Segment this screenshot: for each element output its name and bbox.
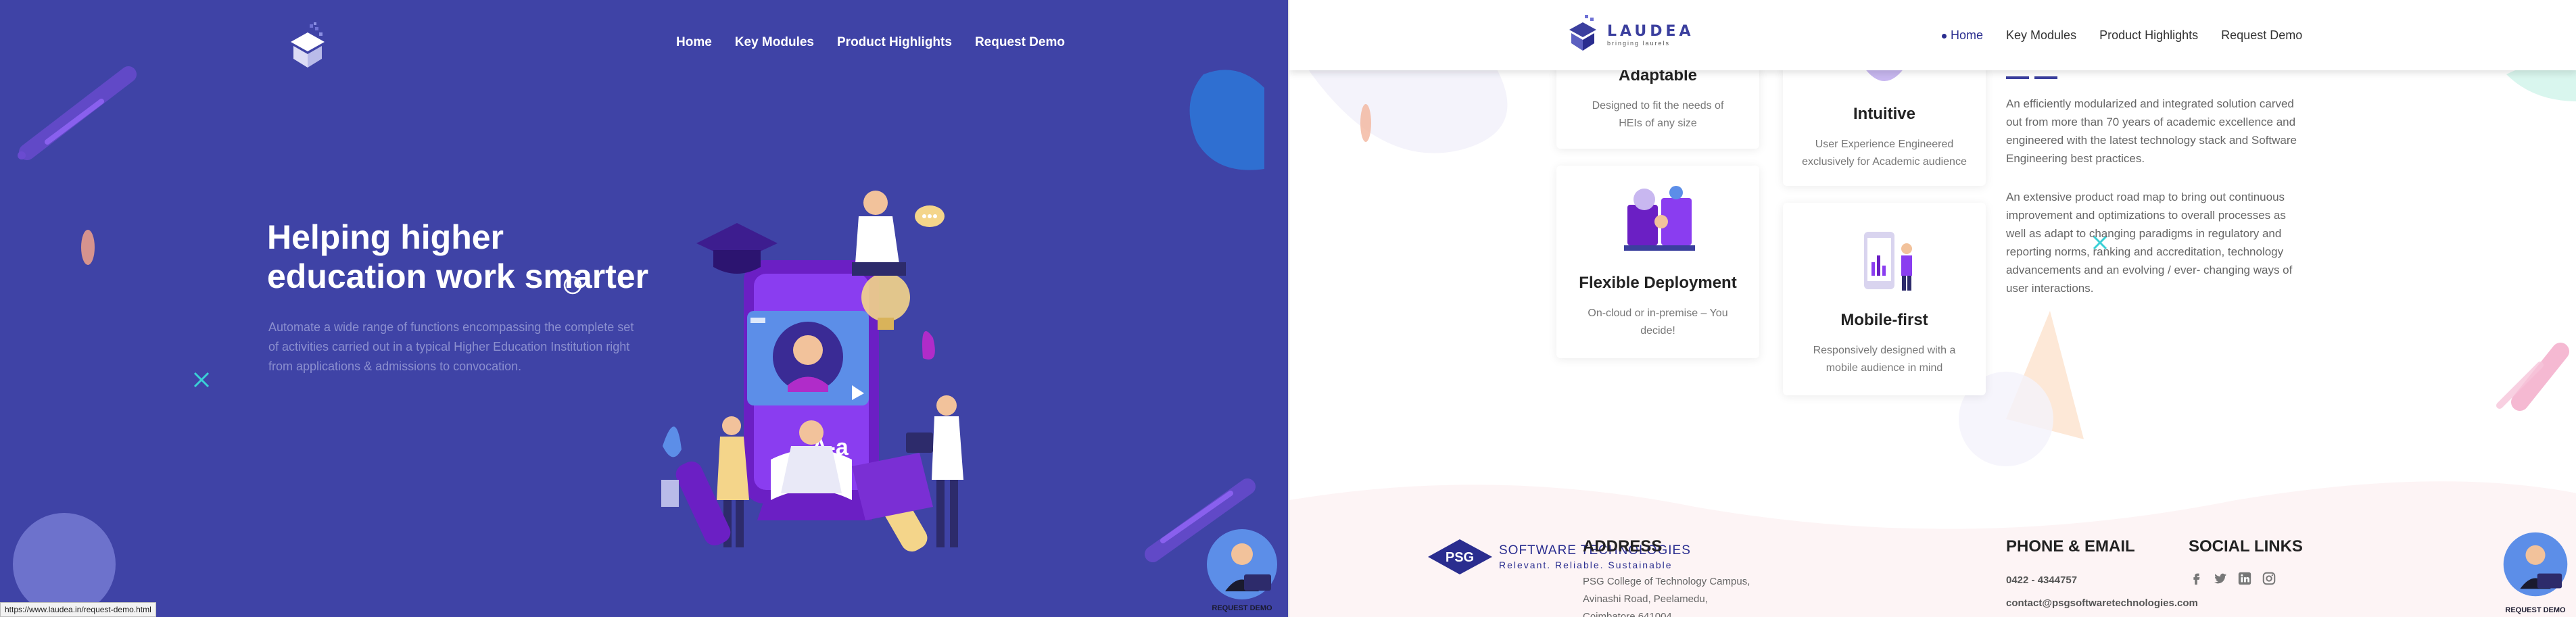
- main-nav: Home Key Modules Product Highlights Requ…: [676, 35, 1065, 50]
- laudea-logo[interactable]: [284, 22, 331, 76]
- brand-tagline: bringing laurels: [1607, 39, 1671, 47]
- nav-home-label: Home: [1951, 28, 1984, 42]
- address-line: Coimbatore 641004: [1583, 611, 1672, 617]
- nav-product-highlights[interactable]: Product Highlights: [2099, 28, 2198, 43]
- nav-key-modules[interactable]: Key Modules: [2006, 28, 2076, 43]
- hero-title: Helping higher education work smarter: [267, 218, 649, 295]
- social-links: [2189, 571, 2276, 586]
- instagram-icon[interactable]: [2262, 571, 2276, 586]
- nav-home[interactable]: Home: [676, 35, 712, 50]
- card-text: User Experience Engineered exclusively f…: [1802, 139, 1967, 168]
- main-nav: Home Key Modules Product Highlights Requ…: [1942, 28, 2302, 43]
- intuitive-illustration-icon: [1864, 68, 1905, 81]
- laudea-logo-icon: [1569, 15, 1596, 51]
- facebook-icon[interactable]: [2189, 571, 2203, 586]
- site-header: LAUDEA bringing laurels Home Key Modules…: [1289, 0, 2576, 70]
- psg-badge-text: PSG: [1446, 550, 1474, 565]
- twitter-icon[interactable]: [2213, 571, 2228, 586]
- phone-email-title: PHONE & EMAIL: [2006, 537, 2135, 556]
- card-text: On-cloud or in-premise – You decide!: [1588, 307, 1728, 337]
- psg-tagline: Relevant. Reliable. Sustainable: [1499, 560, 1673, 570]
- status-bar-url: https://www.laudea.in/request-demo.html: [0, 602, 156, 617]
- address-title: ADDRESS: [1583, 537, 1663, 556]
- feature-card-flexible-deployment: Flexible Deployment On-cloud or in-premi…: [1556, 166, 1759, 358]
- nav-home[interactable]: Home: [1942, 28, 1983, 43]
- request-demo-float-button[interactable]: REQUEST DEMO: [2498, 530, 2573, 617]
- social-links-title: SOCIAL LINKS: [2189, 537, 2303, 556]
- phone-number[interactable]: 0422 - 4344757: [2006, 572, 2077, 589]
- footer-wave: [1289, 481, 2576, 617]
- nav-request-demo[interactable]: Request Demo: [975, 35, 1065, 50]
- nav-request-demo[interactable]: Request Demo: [2221, 28, 2302, 43]
- card-title: Flexible Deployment: [1579, 274, 1737, 292]
- hero-illustration: A-a: [661, 191, 963, 552]
- support-avatar-icon: [1207, 529, 1277, 599]
- card-title: Mobile-first: [1840, 311, 1928, 329]
- address-line: PSG College of Technology Campus,: [1583, 576, 1750, 587]
- card-text: Designed to fit the needs of HEIs of any…: [1592, 100, 1724, 129]
- brand[interactable]: LAUDEA bringing laurels: [1565, 14, 1694, 55]
- request-demo-label: REQUEST DEMO: [2505, 606, 2566, 614]
- section-underline: [2006, 70, 2060, 79]
- support-avatar-icon: [2503, 532, 2568, 597]
- site-page: LAUDEA bringing laurels Home Key Modules…: [1288, 0, 2576, 617]
- cloud-deployment-icon: [1624, 186, 1695, 251]
- hero-subtitle: Automate a wide range of functions encom…: [268, 320, 634, 373]
- nav-product-highlights[interactable]: Product Highlights: [837, 35, 952, 50]
- card-title: Intuitive: [1853, 105, 1915, 123]
- card-text: Responsively designed with a mobile audi…: [1813, 345, 1956, 374]
- feature-card-mobile-first: Mobile-first Responsively designed with …: [1783, 203, 1986, 395]
- background-decorations: [13, 66, 1264, 616]
- psg-badge-icon: PSG: [1428, 539, 1492, 574]
- nav-key-modules[interactable]: Key Modules: [735, 35, 814, 50]
- intro-paragraph-2: An extensive product road map to bring o…: [2006, 191, 2293, 295]
- hero-section: Home Key Modules Product Highlights Requ…: [0, 0, 1288, 617]
- mobile-device-icon: [1864, 232, 1912, 291]
- active-dot-icon: [1942, 33, 1947, 39]
- brand-name: LAUDEA: [1607, 22, 1694, 40]
- address-text: PSG College of Technology Campus, Avinas…: [1583, 573, 1750, 617]
- intro-paragraph-1: An efficiently modularized and integrate…: [2006, 97, 2297, 165]
- email-link[interactable]: contact@psgsoftwaretechnologies.com: [2006, 595, 2198, 612]
- request-demo-float-button[interactable]: REQUEST DEMO: [1205, 527, 1279, 615]
- address-line: Avinashi Road, Peelamedu,: [1583, 593, 1708, 605]
- request-demo-label: REQUEST DEMO: [1212, 604, 1272, 612]
- linkedin-icon[interactable]: [2237, 571, 2252, 586]
